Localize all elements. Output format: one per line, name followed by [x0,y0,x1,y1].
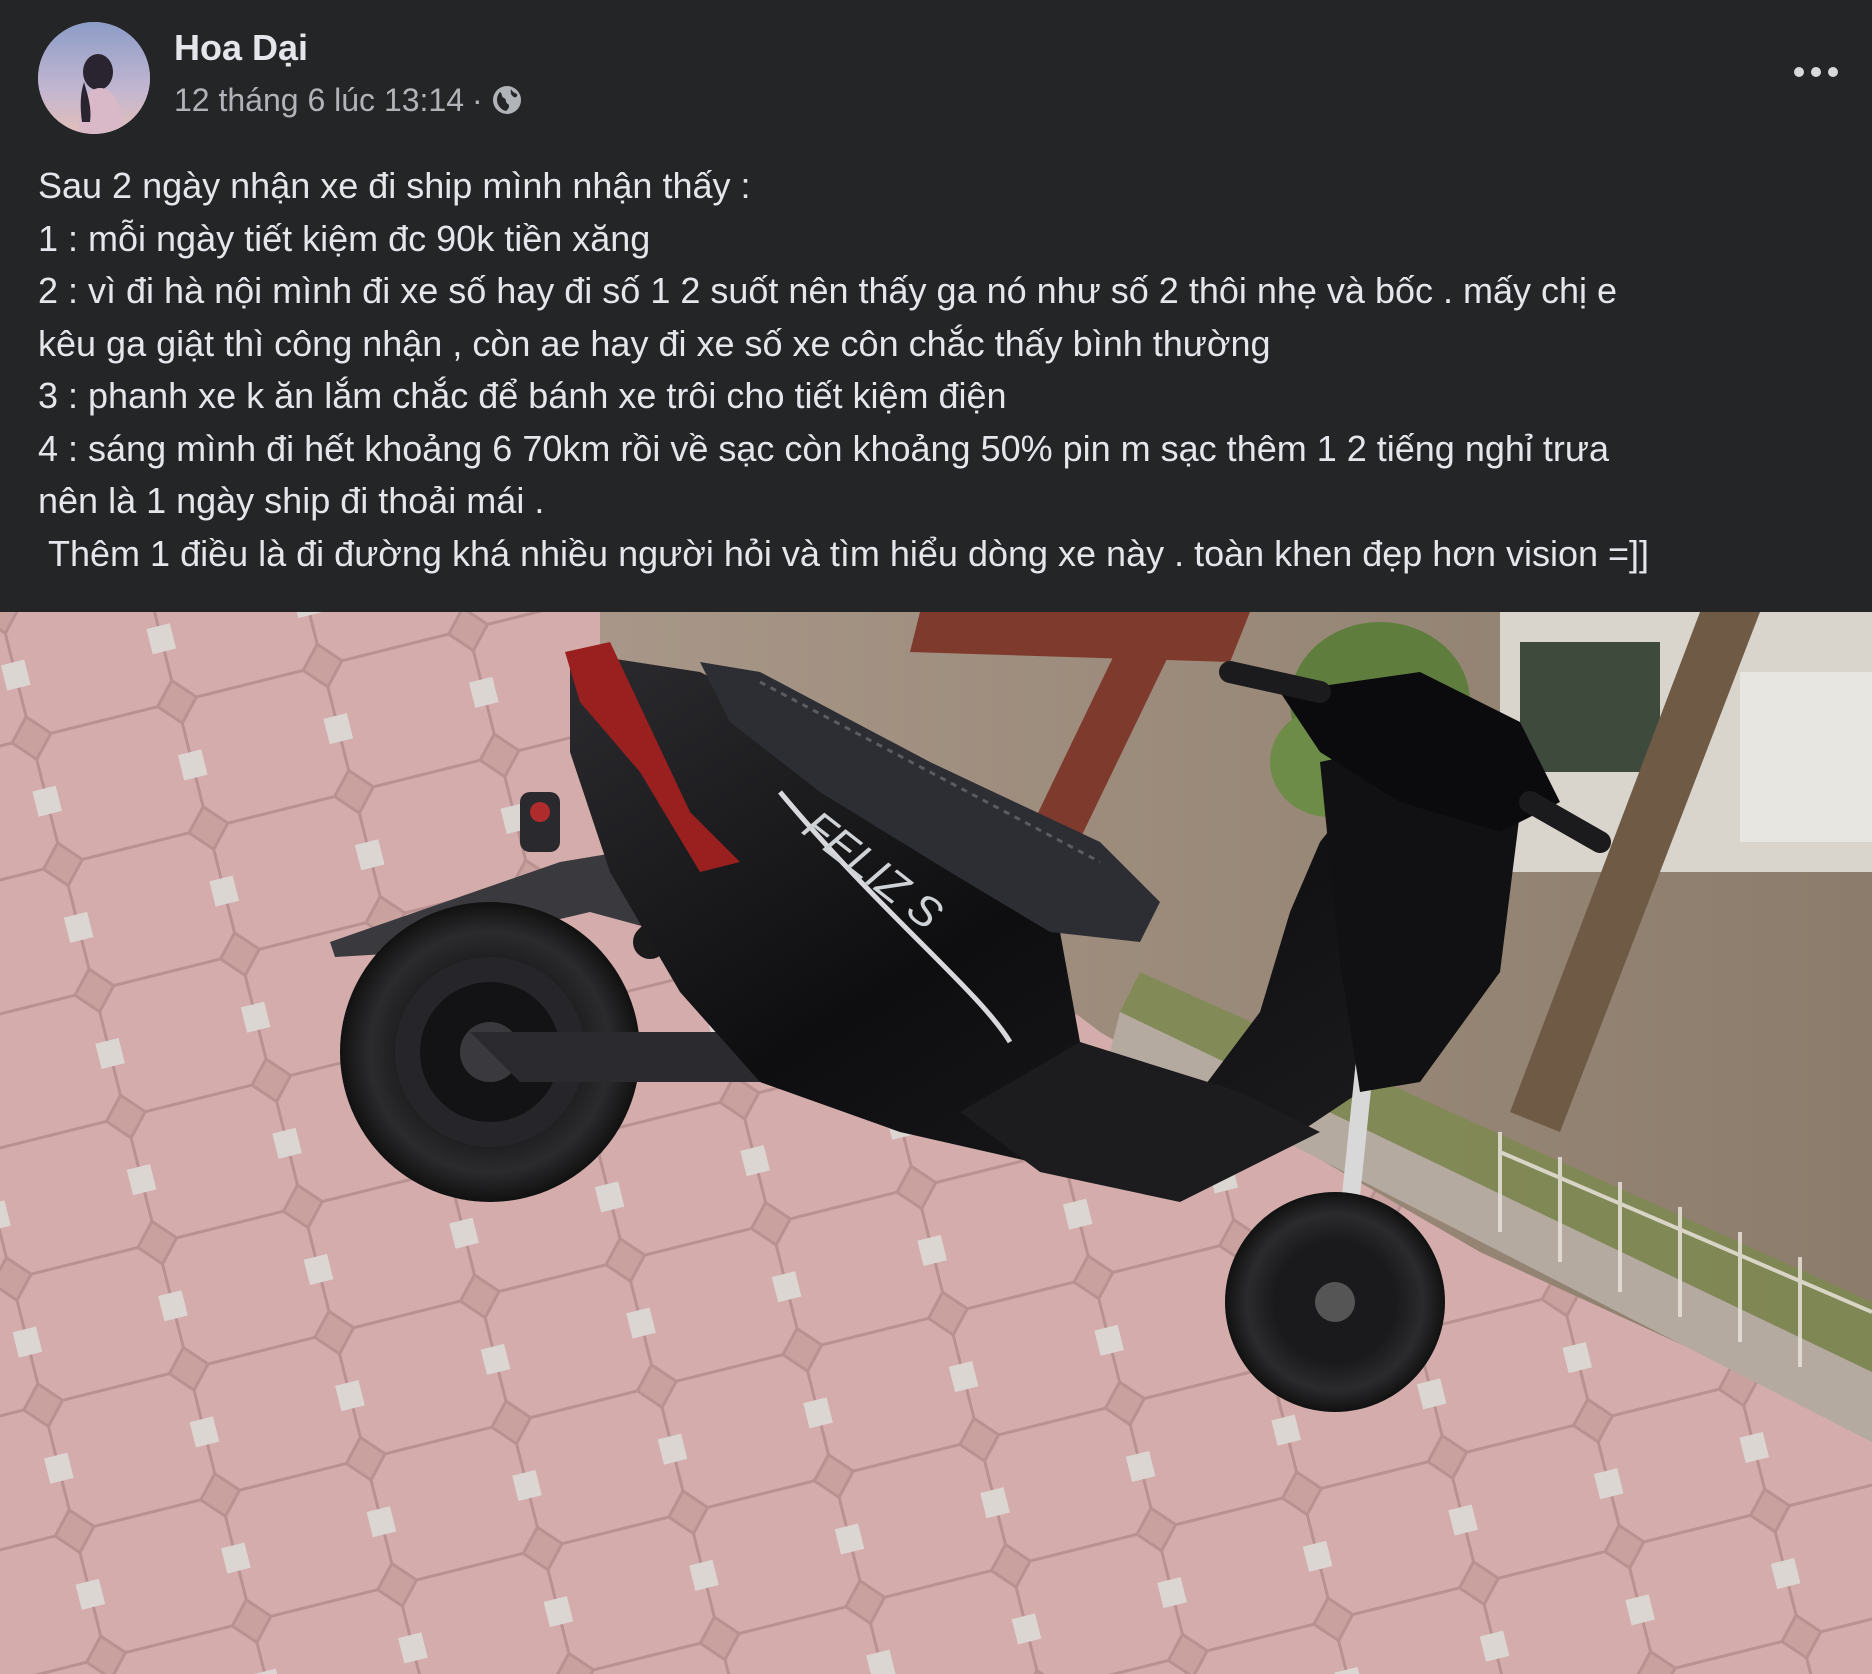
avatar-image [38,22,150,134]
author-name[interactable]: Hoa Dại [174,26,308,70]
post-photo[interactable]: FELIZ S [0,612,1872,1674]
post-meta: 12 tháng 6 lúc 13:14 · [174,80,523,120]
post-text-line: Sau 2 ngày nhận xe đi ship mình nhận thấ… [38,165,751,206]
post-text-line: Thêm 1 điều là đi đường khá nhiều người … [38,532,1650,574]
post-text-line: 2 : vì đi hà nội mình đi xe số hay đi số… [38,270,1618,311]
more-dot [1828,67,1838,77]
post-text-line: 1 : mỗi ngày tiết kiệm đc 90k tiền xăng [38,217,651,259]
facebook-post: Hoa Dại 12 tháng 6 lúc 13:14 · Sau 2 ngà… [0,0,1872,1674]
post-text-line: kêu ga giật thì công nhận , còn ae hay đ… [38,322,1271,364]
scooter-photo: FELIZ S [0,612,1872,1674]
meta-separator: · [472,81,483,118]
post-text-line: nên là 1 ngày ship đi thoải mái . [38,480,545,521]
more-dot [1811,67,1821,77]
post-header: Hoa Dại 12 tháng 6 lúc 13:14 · [0,0,1872,150]
post-text: Sau 2 ngày nhận xe đi ship mình nhận thấ… [38,160,1838,580]
post-text-line: 3 : phanh xe k ăn lắm chắc để bánh xe tr… [38,375,1007,416]
author-avatar[interactable] [38,22,150,134]
post-text-line: 4 : sáng mình đi hết khoảng 6 70km rồi v… [38,427,1610,469]
post-timestamp[interactable]: 12 tháng 6 lúc 13:14 [174,82,464,119]
more-dot [1794,67,1804,77]
more-options-icon[interactable] [1780,48,1852,96]
globe-icon[interactable] [491,84,523,116]
